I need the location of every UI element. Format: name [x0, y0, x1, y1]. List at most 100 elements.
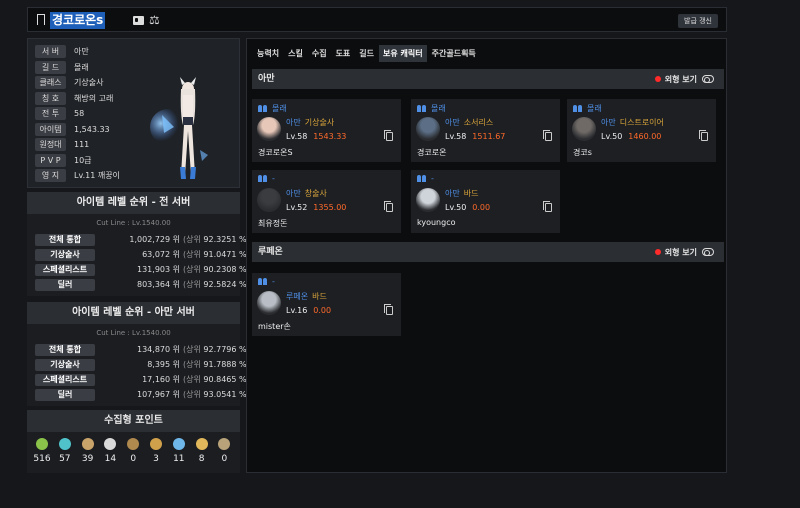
- item-level: 1355.00: [313, 203, 347, 212]
- character-class: 아만 기상술사: [286, 117, 334, 128]
- rank-percent: (상위 92.7796 %): [183, 344, 250, 356]
- guild-members-icon: [417, 175, 427, 182]
- collection-count: 14: [104, 454, 117, 464]
- copy-icon[interactable]: [543, 201, 552, 212]
- appearance-toggle[interactable]: 외형 보기: [654, 246, 714, 258]
- toggle-switch-icon[interactable]: [702, 75, 714, 83]
- collection-item[interactable]: 3: [145, 438, 167, 464]
- server-header: 루페온 외형 보기: [252, 242, 724, 262]
- rank-row: 딜러 107,967 위 (상위 93.0541 %): [35, 389, 250, 402]
- rank-row: 전체 통합 1,002,729 위 (상위 92.3251 %): [35, 234, 250, 247]
- profile-row: 전 투 58: [35, 107, 84, 120]
- rank-category: 스페셜리스트: [35, 374, 95, 386]
- character-name: 경코로온S: [258, 148, 293, 157]
- character-card[interactable]: 몰래 아만 기상술사 Lv.58 1543.33 경코로온S: [252, 99, 401, 162]
- tab-item[interactable]: 수집: [308, 45, 331, 62]
- character-server: 아만: [445, 189, 460, 198]
- copy-icon[interactable]: [384, 130, 393, 141]
- world-tree-icon: [195, 438, 208, 450]
- profile-value: 58: [74, 109, 85, 118]
- copy-icon[interactable]: [543, 130, 552, 141]
- tab-item[interactable]: 능력치: [253, 45, 283, 62]
- collection-item[interactable]: 57: [54, 438, 76, 464]
- rank-percent-prefix: (상위: [183, 235, 201, 244]
- profile-value: 해방의 고래: [74, 93, 114, 103]
- guild-name: 몰래: [272, 104, 287, 113]
- rank-percent-prefix: (상위: [183, 265, 201, 274]
- collection-item[interactable]: 0: [122, 438, 144, 464]
- profile-row: 서 버 아만: [35, 45, 89, 58]
- tab-item[interactable]: 길드: [355, 45, 378, 62]
- guild-members-icon: [573, 105, 583, 112]
- profile-key: 서 버: [35, 45, 66, 58]
- copy-icon[interactable]: [384, 201, 393, 212]
- collection-item[interactable]: 39: [77, 438, 99, 464]
- level-value: Lv.58: [286, 132, 308, 141]
- rank-row: 기상술사 8,395 위 (상위 91.7888 %): [35, 359, 250, 372]
- rank-category: 전체 통합: [35, 344, 95, 356]
- rank-percent-prefix: (상위: [183, 345, 201, 354]
- character-image: [150, 77, 208, 179]
- tab-bar: 능력치 스킬 수집 도표 길드 보유 캐릭터 주간골드획득: [253, 45, 481, 62]
- character-class: 아만 소서리스: [445, 117, 493, 128]
- character-server: 루페온: [286, 292, 309, 301]
- rank-percent: (상위 90.8465 %): [183, 374, 250, 386]
- profile-key: 칭 호: [35, 91, 66, 105]
- avatar: [257, 117, 281, 141]
- character-class: 루페온 바드: [286, 291, 327, 302]
- guild-members-icon: [258, 278, 268, 285]
- tab-item[interactable]: 주간골드획득: [428, 45, 480, 62]
- profile-value: 몰래: [74, 62, 89, 72]
- character-card[interactable]: - 아만 바드 Lv.50 0.00 kyoungco: [411, 170, 560, 233]
- copy-icon[interactable]: [384, 304, 393, 315]
- rank-percent-prefix: (상위: [183, 360, 201, 369]
- collection-item[interactable]: 14: [99, 438, 121, 464]
- server-header: 아만 외형 보기: [252, 69, 724, 89]
- rank-category: 전체 통합: [35, 234, 95, 246]
- item-level: 1511.67: [472, 132, 506, 141]
- rank-percent: (상위 93.0541 %): [183, 389, 250, 401]
- guild-name: 몰래: [587, 104, 602, 113]
- island-icon: [58, 438, 71, 450]
- rank-server-title: 아이템 레벨 순위 - 아만 서버: [27, 302, 240, 324]
- collection-item[interactable]: 11: [168, 438, 190, 464]
- copy-icon[interactable]: [699, 130, 708, 141]
- rank-percent-value: 92.3251 %): [203, 235, 250, 244]
- character-level: Lv.50 0.00: [445, 203, 490, 212]
- appearance-toggle[interactable]: 외형 보기: [654, 73, 714, 85]
- rank-category: 스페셜리스트: [35, 264, 95, 276]
- painting-icon: [81, 438, 94, 450]
- rank-percent-value: 90.2308 %): [203, 265, 250, 274]
- rank-value: 131,903 위: [137, 265, 180, 274]
- avatar: [257, 188, 281, 212]
- id-card-icon[interactable]: [133, 16, 144, 25]
- collection-item[interactable]: 8: [191, 438, 213, 464]
- refresh-button[interactable]: 발급 갱신: [678, 14, 718, 28]
- collection-item[interactable]: 0: [213, 438, 235, 464]
- tab-item[interactable]: 도표: [332, 45, 355, 62]
- rank-percent-value: 92.7796 %): [203, 345, 250, 354]
- guild-label: 몰래: [573, 103, 602, 114]
- profile-key: 영 지: [35, 169, 66, 182]
- orpheus-icon: [218, 438, 231, 450]
- collection-item[interactable]: 516: [31, 438, 53, 464]
- cutline: Cut Line : Lv.1540.00: [96, 329, 171, 337]
- character-level: Lv.52 1355.00: [286, 203, 346, 212]
- scale-icon[interactable]: ⚖: [149, 12, 160, 29]
- character-card[interactable]: 몰래 아만 소서리스 Lv.58 1511.67 경코로온: [411, 99, 560, 162]
- tab-item[interactable]: 보유 캐릭터: [379, 45, 427, 62]
- profile-header: 경코로온s ⚖ 발급 갱신: [27, 7, 727, 32]
- bookmark-icon[interactable]: [37, 14, 45, 28]
- character-card[interactable]: - 아만 창술사 Lv.52 1355.00 최유정돈: [252, 170, 401, 233]
- tab-item[interactable]: 스킬: [284, 45, 307, 62]
- character-card[interactable]: - 루페온 바드 Lv.16 0.00 mister손: [252, 273, 401, 336]
- collection-title: 수집형 포인트: [27, 410, 240, 432]
- main-panel: 능력치 스킬 수집 도표 길드 보유 캐릭터 주간골드획득 아만 외형 보기 몰래 아만 기상술사 L…: [246, 38, 727, 473]
- toggle-switch-icon[interactable]: [702, 248, 714, 256]
- profile-row: 클래스 기상술사: [35, 76, 103, 89]
- rank-category: 기상술사: [35, 359, 95, 371]
- collection-count: 0: [130, 454, 137, 464]
- character-card[interactable]: 몰래 아만 디스트로이어 Lv.50 1460.00 경코s: [567, 99, 716, 162]
- character-class: 아만 바드: [445, 188, 478, 199]
- rank-server-box: Cut Line : Lv.1540.00 전체 통합 134,870 위 (상위 …: [27, 324, 250, 406]
